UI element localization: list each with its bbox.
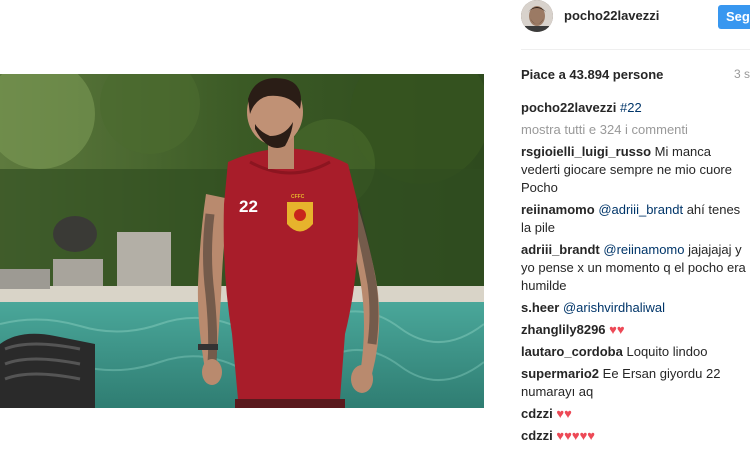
comments-list: pocho22lavezzi #22 mostra tutti e 324 i … [521, 99, 750, 450]
list-item: reiinamomo @adriii_brandt ahí tenes la p… [521, 201, 750, 237]
jersey-number: 22 [239, 197, 258, 216]
comment-username[interactable]: cdzzi [521, 406, 553, 421]
post-header: pocho22lavezzi Segui [521, 0, 750, 34]
list-item: s.heer @arishvirdhaliwal [521, 299, 750, 317]
comment-username[interactable]: rsgioielli_luigi_russo [521, 144, 651, 159]
caption-username[interactable]: pocho22lavezzi [521, 100, 616, 115]
comment-username[interactable]: adriii_brandt [521, 242, 600, 257]
list-item: adriii_brandt @reiinamomo jajajajaj y yo… [521, 241, 750, 295]
header-divider [521, 49, 750, 50]
comment-username[interactable]: lautaro_cordoba [521, 344, 623, 359]
comment-username[interactable]: cdzzi [521, 428, 553, 443]
post-sidebar: pocho22lavezzi Segui Piace a 43.894 pers… [505, 0, 750, 450]
comment-username[interactable]: reiinamomo [521, 202, 595, 217]
comment-username[interactable]: zhanglily8296 [521, 322, 606, 337]
post-media-area: 22 CFFC [0, 0, 505, 450]
post-photo[interactable]: 22 CFFC [0, 74, 484, 408]
caption-hashtag[interactable]: #22 [620, 100, 642, 115]
heart-icon: ♥♥ [556, 406, 572, 421]
jersey-badge-text: CFFC [291, 194, 305, 200]
post-username[interactable]: pocho22lavezzi [564, 8, 659, 23]
comment-mention[interactable]: @arishvirdhaliwal [563, 300, 665, 315]
list-item: supermario2 Ee Ersan giyordu 22 numarayı… [521, 365, 750, 401]
comment-mention[interactable]: @adriii_brandt [598, 202, 683, 217]
comment-username[interactable]: s.heer [521, 300, 559, 315]
comment-mention[interactable]: @reiinamomo [603, 242, 684, 257]
avatar[interactable] [521, 0, 553, 32]
comment-username[interactable]: supermario2 [521, 366, 599, 381]
list-item: lautaro_cordoba Loquito lindoo [521, 343, 750, 361]
comment-text: Loquito lindoo [626, 344, 708, 359]
list-item: rsgioielli_luigi_russo Mi manca vederti … [521, 143, 750, 197]
list-item: zhanglily8296 ♥♥ [521, 321, 750, 339]
post-caption: pocho22lavezzi #22 [521, 99, 750, 117]
likes-count[interactable]: Piace a 43.894 persone [521, 67, 663, 82]
post-time[interactable]: 3 s [734, 67, 750, 81]
photo-scene: 22 CFFC [0, 74, 484, 408]
list-item: cdzzi ♥♥♥♥♥ [521, 427, 750, 445]
heart-icon: ♥♥ [609, 322, 625, 337]
heart-icon: ♥♥♥♥♥ [556, 428, 596, 443]
avatar-image [521, 0, 553, 32]
follow-button[interactable]: Segui [718, 5, 750, 29]
load-more-comments-link[interactable]: mostra tutti e 324 i commenti [521, 121, 750, 139]
list-item: cdzzi ♥♥ [521, 405, 750, 423]
